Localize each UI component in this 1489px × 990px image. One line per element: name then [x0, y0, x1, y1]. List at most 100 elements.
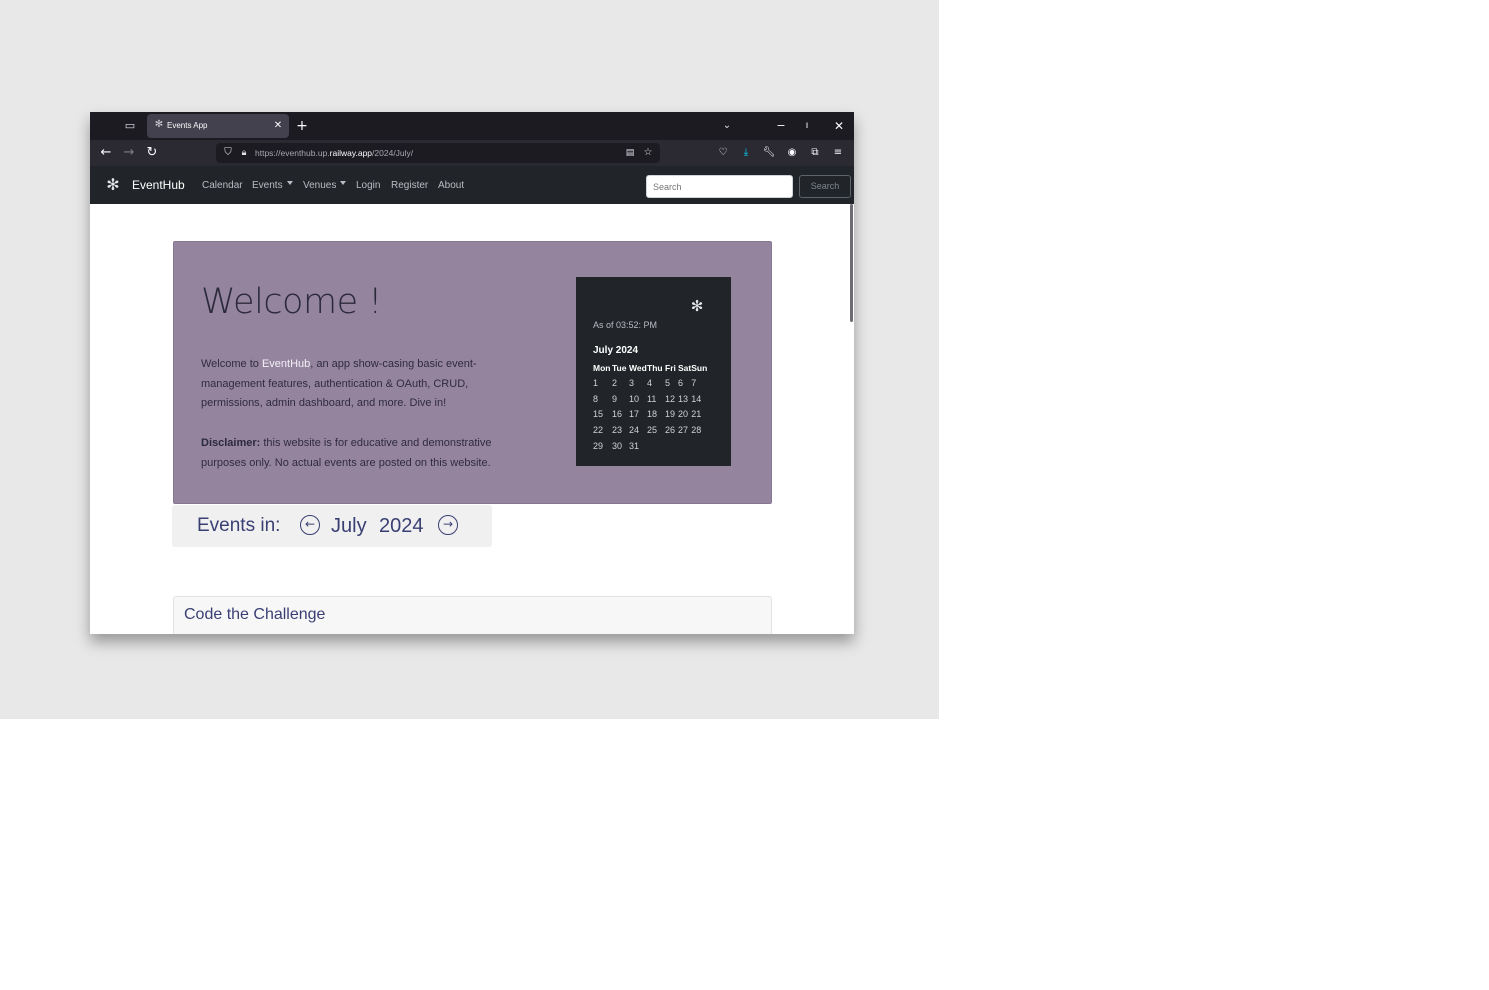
calendar-timestamp: As of 03:52: PM [593, 320, 658, 330]
calendar-week-row: 15 16 17 18 19 20 21 [593, 407, 709, 423]
page-scrollbar[interactable] [850, 204, 853, 322]
calendar-day [665, 438, 678, 454]
calendar-week-row: 29 30 31 [593, 438, 709, 454]
page-title: Welcome ! [201, 282, 382, 322]
calendar-day [691, 438, 709, 454]
menu-icon[interactable]: ≡ [830, 145, 846, 161]
bookmark-star-icon[interactable]: ☆ [642, 146, 654, 160]
url-text[interactable]: https://eventhub.up.railway.app/2024/Jul… [255, 147, 413, 159]
list-all-tabs-icon[interactable]: ⌄ [720, 119, 734, 133]
events-month: July [331, 515, 367, 537]
calendar-day: 26 [665, 425, 676, 436]
nav-calendar[interactable]: Calendar [202, 179, 243, 193]
weekday-label: Fri [665, 362, 676, 373]
calendar-day: 15 [593, 409, 604, 420]
window-close-icon[interactable]: ✕ [832, 118, 846, 134]
reload-icon[interactable]: ↻ [144, 145, 160, 161]
calendar-day: 31 [629, 441, 640, 452]
tab-events-app[interactable]: ✻ Events App ✕ [147, 114, 289, 138]
calendar-grid: Mon Tue Wed Thu Fri Sat Sun 1 2 3 4 5 6 … [593, 360, 709, 454]
calendar-day: 3 [629, 377, 635, 388]
minimize-icon[interactable]: − [774, 118, 788, 134]
calendar-day: 8 [593, 393, 599, 404]
back-icon[interactable]: ← [98, 145, 114, 161]
nav-venues[interactable]: Venues [303, 179, 347, 193]
calendar-day: 18 [647, 409, 658, 420]
calendar-day: 6 [678, 377, 684, 388]
calendar-day: 9 [612, 393, 618, 404]
eventhub-logo-icon[interactable]: ✻ [104, 176, 122, 194]
nav-events[interactable]: Events [252, 179, 293, 193]
nav-about[interactable]: About [438, 179, 464, 193]
search-input[interactable] [646, 175, 793, 198]
events-year: 2024 [379, 515, 424, 537]
calendar-day: 11 [647, 393, 657, 404]
calendar-day: 27 [678, 425, 689, 436]
previous-month-arrow-icon[interactable]: ← [300, 515, 320, 535]
tab-close-icon[interactable]: ✕ [272, 119, 284, 133]
next-month-arrow-icon[interactable]: → [438, 515, 458, 535]
url-domain: railway.app [329, 148, 373, 158]
eventhub-logo-icon: ✻ [690, 297, 704, 315]
calendar-day [647, 438, 665, 454]
calendar-day: 14 [691, 393, 702, 404]
calendar-day: 21 [691, 409, 702, 420]
event-title[interactable]: Code the Challenge [184, 605, 325, 625]
calendar-day: 5 [665, 377, 671, 388]
weekday-header-row: Mon Tue Wed Thu Fri Sat Sun [593, 360, 709, 375]
nav-events-label: Events [252, 180, 283, 191]
weekday-label: Mon [593, 362, 611, 373]
search-button[interactable]: Search [799, 175, 851, 198]
calendar-day: 29 [593, 441, 604, 452]
nav-venues-label: Venues [303, 180, 337, 191]
weekday-label: Sat [678, 362, 692, 373]
url-prefix: https://eventhub.up. [255, 148, 330, 158]
calendar-day: 28 [691, 425, 702, 436]
extensions-icon[interactable]: ⧉ [807, 145, 823, 161]
firefox-view-icon[interactable]: ▭ [122, 118, 138, 134]
brand-name[interactable]: EventHub [132, 177, 185, 193]
calendar-day: 30 [612, 441, 623, 452]
calendar-day: 24 [629, 425, 640, 436]
weekday-label: Tue [612, 362, 627, 373]
chevron-down-icon [286, 181, 293, 186]
nav-register[interactable]: Register [391, 179, 428, 193]
events-in-label: Events in: [197, 515, 281, 536]
reader-view-icon[interactable]: ▤ [624, 146, 636, 160]
tab-title: Events App [167, 121, 208, 130]
tab-strip: ▭ ✻ Events App ✕ + ⌄ − ı ✕ [90, 112, 854, 140]
welcome-hero: Welcome ! Welcome to EventHub, an app sh… [173, 241, 772, 504]
nav-login[interactable]: Login [356, 179, 380, 193]
intro-before: Welcome to [201, 358, 262, 370]
account-icon[interactable]: ◉ [784, 145, 800, 161]
lock-icon[interactable]: 🔒︎ [238, 146, 250, 160]
maximize-icon[interactable]: ı [800, 118, 814, 134]
forward-icon[interactable]: → [121, 145, 137, 161]
calendar-day: 19 [665, 409, 676, 420]
event-card[interactable]: Code the Challenge [173, 596, 772, 634]
browser-window: ▭ ✻ Events App ✕ + ⌄ − ı ✕ ← → ↻ ⛉ 🔒︎ ht… [90, 112, 854, 634]
calendar-day: 10 [629, 393, 640, 404]
calendar-day: 25 [647, 425, 658, 436]
shield-icon[interactable]: ⛉ [222, 146, 234, 160]
pocket-icon[interactable]: ♡ [715, 145, 731, 161]
page-viewport: ✻ EventHub Calendar Events Venues Login … [90, 166, 854, 634]
calendar-day: 22 [593, 425, 604, 436]
calendar-month-title: July 2024 [593, 345, 639, 356]
intro-text: Welcome to EventHub, an app show-casing … [201, 355, 521, 414]
wrench-icon[interactable]: 🔧︎ [761, 145, 777, 161]
downloads-icon[interactable]: ⤓ [738, 145, 754, 161]
calendar-week-row: 22 23 24 25 26 27 28 [593, 422, 709, 438]
site-navbar: ✻ EventHub Calendar Events Venues Login … [90, 166, 854, 204]
calendar-day: 12 [665, 393, 676, 404]
url-suffix: /2024/July/ [372, 148, 414, 158]
events-month-nav: Events in: ← July 2024 → [172, 505, 492, 547]
calendar-day: 7 [691, 377, 697, 388]
chevron-down-icon [340, 181, 347, 186]
calendar-day [678, 438, 691, 454]
address-bar[interactable]: ⛉ 🔒︎ https://eventhub.up.railway.app/202… [216, 143, 660, 163]
weekday-label: Wed [629, 362, 647, 373]
intro-brand: EventHub [261, 358, 311, 370]
calendar-day: 1 [593, 377, 599, 388]
new-tab-icon[interactable]: + [295, 117, 309, 135]
